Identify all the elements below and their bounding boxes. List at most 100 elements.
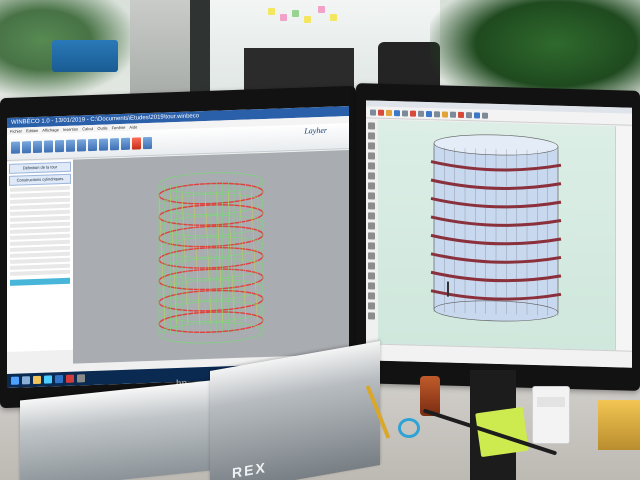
mail-icon[interactable] <box>55 375 63 384</box>
panel-field[interactable] <box>10 251 70 258</box>
toolbar-button[interactable] <box>88 138 97 151</box>
settings-icon[interactable] <box>77 374 85 383</box>
scaffold-brace <box>251 191 258 322</box>
wireframe-group <box>158 172 264 344</box>
sticky-note <box>304 16 311 23</box>
paint-icon[interactable] <box>386 109 392 116</box>
toolbar-button[interactable] <box>44 139 53 153</box>
panel-field[interactable] <box>10 215 70 222</box>
tank-model-group <box>430 134 562 322</box>
toolbar-button[interactable] <box>66 139 75 152</box>
panel-field[interactable] <box>10 233 70 240</box>
tool-icon[interactable] <box>368 232 375 240</box>
tool-icon[interactable] <box>368 132 375 140</box>
toolbar-button[interactable] <box>11 141 20 154</box>
yellow-box <box>598 400 640 450</box>
tool-icon[interactable] <box>368 172 375 180</box>
tool-icon[interactable] <box>368 182 375 190</box>
scroll-panel[interactable] <box>615 126 632 352</box>
tool-icon[interactable] <box>368 312 375 320</box>
sticky-note <box>268 8 275 15</box>
tape-icon[interactable] <box>450 111 456 118</box>
toolbar-button[interactable] <box>99 137 108 151</box>
tool-icon[interactable] <box>368 242 375 250</box>
properties-panel: Définition de la tour Constructions cyli… <box>7 159 74 352</box>
tool-icon[interactable] <box>368 142 375 150</box>
panel-field[interactable] <box>10 203 70 210</box>
rotate-icon[interactable] <box>434 110 440 117</box>
toolbar-button[interactable] <box>33 140 42 153</box>
tool-icon[interactable] <box>368 292 375 300</box>
push-pull-icon[interactable] <box>418 110 424 117</box>
zoom-icon[interactable] <box>482 112 488 119</box>
tool-icon[interactable] <box>368 212 375 220</box>
3d-viewport-right[interactable] <box>378 119 616 352</box>
toolbar-button[interactable] <box>121 137 130 150</box>
sticky-note <box>330 14 337 21</box>
eraser-icon[interactable] <box>378 109 384 116</box>
tool-icon[interactable] <box>368 192 375 200</box>
tool-icon[interactable] <box>368 302 375 310</box>
scale-icon[interactable] <box>442 110 448 118</box>
tool-icon[interactable] <box>368 272 375 280</box>
panel-field[interactable] <box>10 197 70 204</box>
apply-button[interactable] <box>10 277 70 286</box>
office-desk-scene: WINBÉCO 1.0 - 13/01/2019 - C:\Documents\… <box>0 0 640 480</box>
panel-field[interactable] <box>10 263 70 270</box>
3d-viewport-left[interactable] <box>73 150 349 364</box>
select-icon[interactable] <box>370 108 376 116</box>
toolbar-button[interactable] <box>143 136 152 149</box>
line-icon[interactable] <box>394 109 400 116</box>
orbit-icon[interactable] <box>466 111 472 118</box>
toolbar-button[interactable] <box>77 138 86 152</box>
sticky-note <box>292 10 299 17</box>
brand-logo: Layher <box>304 125 327 136</box>
tool-icon[interactable] <box>368 162 375 170</box>
arc-icon[interactable] <box>402 109 408 116</box>
blue-case <box>52 40 118 72</box>
toolbar-button[interactable] <box>110 137 119 150</box>
panel-field[interactable] <box>10 209 70 216</box>
tool-icon[interactable] <box>368 122 375 130</box>
tank-model <box>430 134 562 322</box>
panel-field[interactable] <box>10 191 70 198</box>
tool-icon[interactable] <box>368 252 375 260</box>
right-monitor: hp <box>356 83 640 391</box>
scaffold-wireframe <box>158 172 264 344</box>
panel-title: Définition de la tour <box>9 161 71 174</box>
toolbar-button-red[interactable] <box>132 136 141 150</box>
panel-field[interactable] <box>10 239 70 246</box>
scaffold-brace <box>170 194 177 325</box>
shape-icon[interactable] <box>410 110 416 117</box>
sticky-note <box>280 14 287 21</box>
toolbar-button[interactable] <box>55 139 64 152</box>
tool-icon[interactable] <box>368 202 375 210</box>
explorer-icon[interactable] <box>33 375 41 385</box>
app-icon[interactable] <box>66 374 74 383</box>
dark-box <box>244 48 354 92</box>
tool-icon[interactable] <box>368 262 375 270</box>
tool-icon[interactable] <box>368 282 375 290</box>
move-icon[interactable] <box>426 110 432 117</box>
pan-icon[interactable] <box>474 111 480 118</box>
text-icon[interactable] <box>458 111 464 118</box>
panel-field[interactable] <box>10 269 70 276</box>
search-icon[interactable] <box>22 376 30 385</box>
scaffold-brace <box>228 192 235 323</box>
panel-section: Constructions cylindriques <box>9 173 71 186</box>
tool-icon[interactable] <box>368 222 375 230</box>
browser-icon[interactable] <box>44 375 52 384</box>
scaffold-brace <box>204 193 212 323</box>
rex-sign-text: REX <box>232 458 267 480</box>
scaffold-brace <box>193 193 200 324</box>
scaffold-brace <box>216 192 223 323</box>
white-mug <box>532 386 570 444</box>
panel-field[interactable] <box>10 185 70 192</box>
windows-start-icon[interactable] <box>11 376 19 385</box>
tool-icon[interactable] <box>368 152 375 160</box>
panel-field[interactable] <box>10 245 70 252</box>
panel-field[interactable] <box>10 227 70 234</box>
panel-field[interactable] <box>10 221 70 228</box>
toolbar-button[interactable] <box>22 140 31 153</box>
panel-field[interactable] <box>10 257 70 264</box>
